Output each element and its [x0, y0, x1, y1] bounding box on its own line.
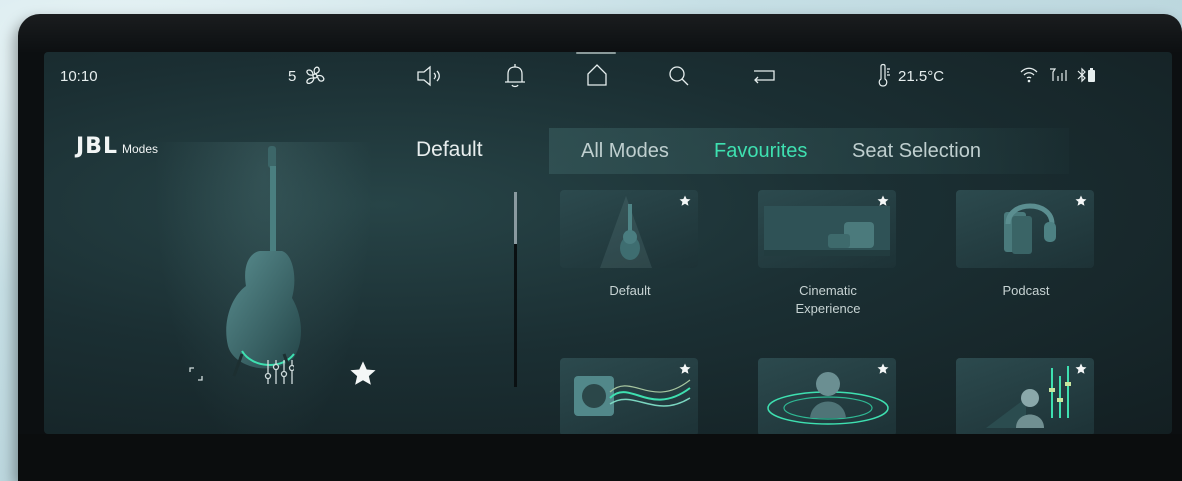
mode-tile-speaker-wave[interactable]	[560, 358, 698, 434]
infotainment-screen: 10:10 5 21.5°C JBL Modes Default All Mod…	[44, 52, 1172, 434]
mode-label-cinematic-line2: Experience	[795, 301, 861, 316]
guitar-icon	[226, 146, 301, 377]
mode-label-default: Default	[609, 283, 651, 298]
brand-subtitle: Modes	[121, 142, 159, 156]
favourite-star-icon[interactable]	[1074, 362, 1088, 376]
tab-favourites[interactable]: Favourites	[714, 140, 807, 163]
jbl-logo: JBL	[76, 134, 118, 159]
current-mode-title: Default	[416, 138, 483, 161]
tab-all-modes[interactable]: All Modes	[581, 140, 669, 163]
bezel-sheen	[18, 14, 1182, 54]
fan-level[interactable]: 5	[288, 68, 296, 85]
favourite-star-icon[interactable]	[876, 194, 890, 208]
status-bar: 10:10 5 21.5°C	[44, 52, 1172, 102]
favourite-star-icon[interactable]	[678, 194, 692, 208]
bell-icon[interactable]	[502, 62, 528, 90]
fan-icon[interactable]	[302, 64, 328, 88]
home-icon[interactable]	[584, 62, 610, 88]
bezel-bottom	[18, 434, 1182, 481]
favourite-star-icon[interactable]	[876, 362, 890, 376]
mode-tabs: All Modes Favourites Seat Selection	[549, 128, 1069, 174]
mode-tile-podcast[interactable]	[956, 190, 1094, 268]
return-icon[interactable]	[750, 66, 778, 86]
mode-tile-default[interactable]	[560, 190, 698, 268]
expand-icon[interactable]	[188, 366, 204, 382]
signal-icon	[1050, 68, 1067, 81]
equalizer-settings-icon[interactable]	[262, 358, 294, 386]
search-icon[interactable]	[666, 63, 692, 89]
favourite-star-icon[interactable]	[1074, 194, 1088, 208]
tab-seat-selection[interactable]: Seat Selection	[852, 140, 981, 163]
mode-tile-surround[interactable]	[758, 358, 896, 434]
favourite-star-icon[interactable]	[346, 358, 380, 390]
mode-tile-equalizer[interactable]	[956, 358, 1094, 434]
jbl-modes-brand: JBL Modes	[76, 134, 158, 159]
thermometer-icon	[878, 63, 890, 87]
mode-tile-cinematic[interactable]	[758, 190, 896, 268]
mode-label-cinematic: Cinematic Experience	[748, 282, 908, 318]
mode-label-podcast: Podcast	[1002, 283, 1050, 298]
favourite-star-icon[interactable]	[678, 362, 692, 376]
volume-icon[interactable]	[416, 65, 446, 87]
wifi-icon	[1020, 67, 1038, 83]
clock: 10:10	[60, 68, 98, 85]
scrollbar-thumb[interactable]	[514, 192, 517, 244]
bluetooth-battery-icon	[1077, 67, 1095, 83]
mode-label-cinematic-line1: Cinematic	[799, 283, 857, 298]
home-indicator	[576, 52, 616, 54]
cabin-temperature[interactable]: 21.5°C	[898, 68, 944, 85]
